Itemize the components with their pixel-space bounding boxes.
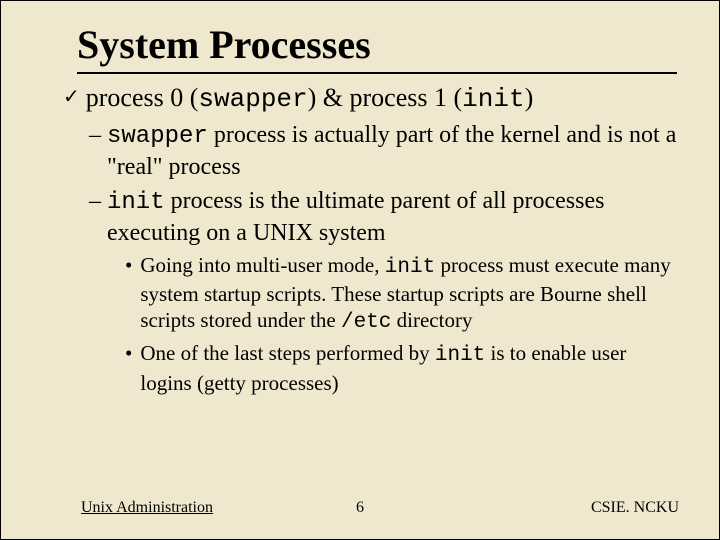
dash-icon: – — [89, 120, 101, 151]
bullet-level2: – init process is the ultimate parent of… — [89, 186, 679, 248]
footer-left: Unix Administration — [81, 499, 213, 517]
footer-right: CSIE. NCKU — [591, 499, 679, 517]
code: init — [435, 344, 485, 367]
code: swapper — [107, 123, 208, 150]
bullet2a-text: swapper process is actually part of the … — [107, 120, 679, 182]
bullet3a-text: Going into multi-user mode, init process… — [140, 252, 679, 337]
page-number: 6 — [356, 499, 364, 517]
slide: System Processes ✓ process 0 (swapper) &… — [0, 0, 720, 540]
slide-content: System Processes ✓ process 0 (swapper) &… — [1, 1, 719, 396]
bullet1-text: process 0 (swapper) & process 1 (init) — [86, 82, 533, 116]
bullet-dot-icon: • — [125, 252, 132, 279]
code: init — [385, 256, 435, 279]
bullet3b-text: One of the last steps performed by init … — [140, 340, 679, 396]
title-rule — [77, 72, 677, 74]
dash-icon: – — [89, 186, 101, 217]
slide-footer: Unix Administration 6 CSIE. NCKU — [1, 499, 719, 517]
code: /etc — [341, 311, 391, 334]
bullet-level3: • Going into multi-user mode, init proce… — [125, 252, 679, 337]
code: init — [107, 189, 165, 216]
bullet-level3: • One of the last steps performed by ini… — [125, 340, 679, 396]
text: ) — [525, 83, 534, 112]
text: ) & process 1 ( — [308, 83, 463, 112]
text: One of the last steps performed by — [140, 341, 435, 365]
bullet2b-text: init process is the ultimate parent of a… — [107, 186, 679, 248]
bullet-dot-icon: • — [125, 340, 132, 367]
code: init — [462, 84, 524, 114]
text: process is the ultimate parent of all pr… — [107, 188, 604, 246]
slide-title: System Processes — [77, 21, 679, 68]
checkmark-icon: ✓ — [63, 82, 80, 112]
text: Going into multi-user mode, — [140, 253, 384, 277]
text: process 0 ( — [86, 83, 199, 112]
text: directory — [391, 308, 472, 332]
bullet-level1: ✓ process 0 (swapper) & process 1 (init) — [63, 82, 679, 116]
code: swapper — [198, 84, 307, 114]
bullet-level2: – swapper process is actually part of th… — [89, 120, 679, 182]
